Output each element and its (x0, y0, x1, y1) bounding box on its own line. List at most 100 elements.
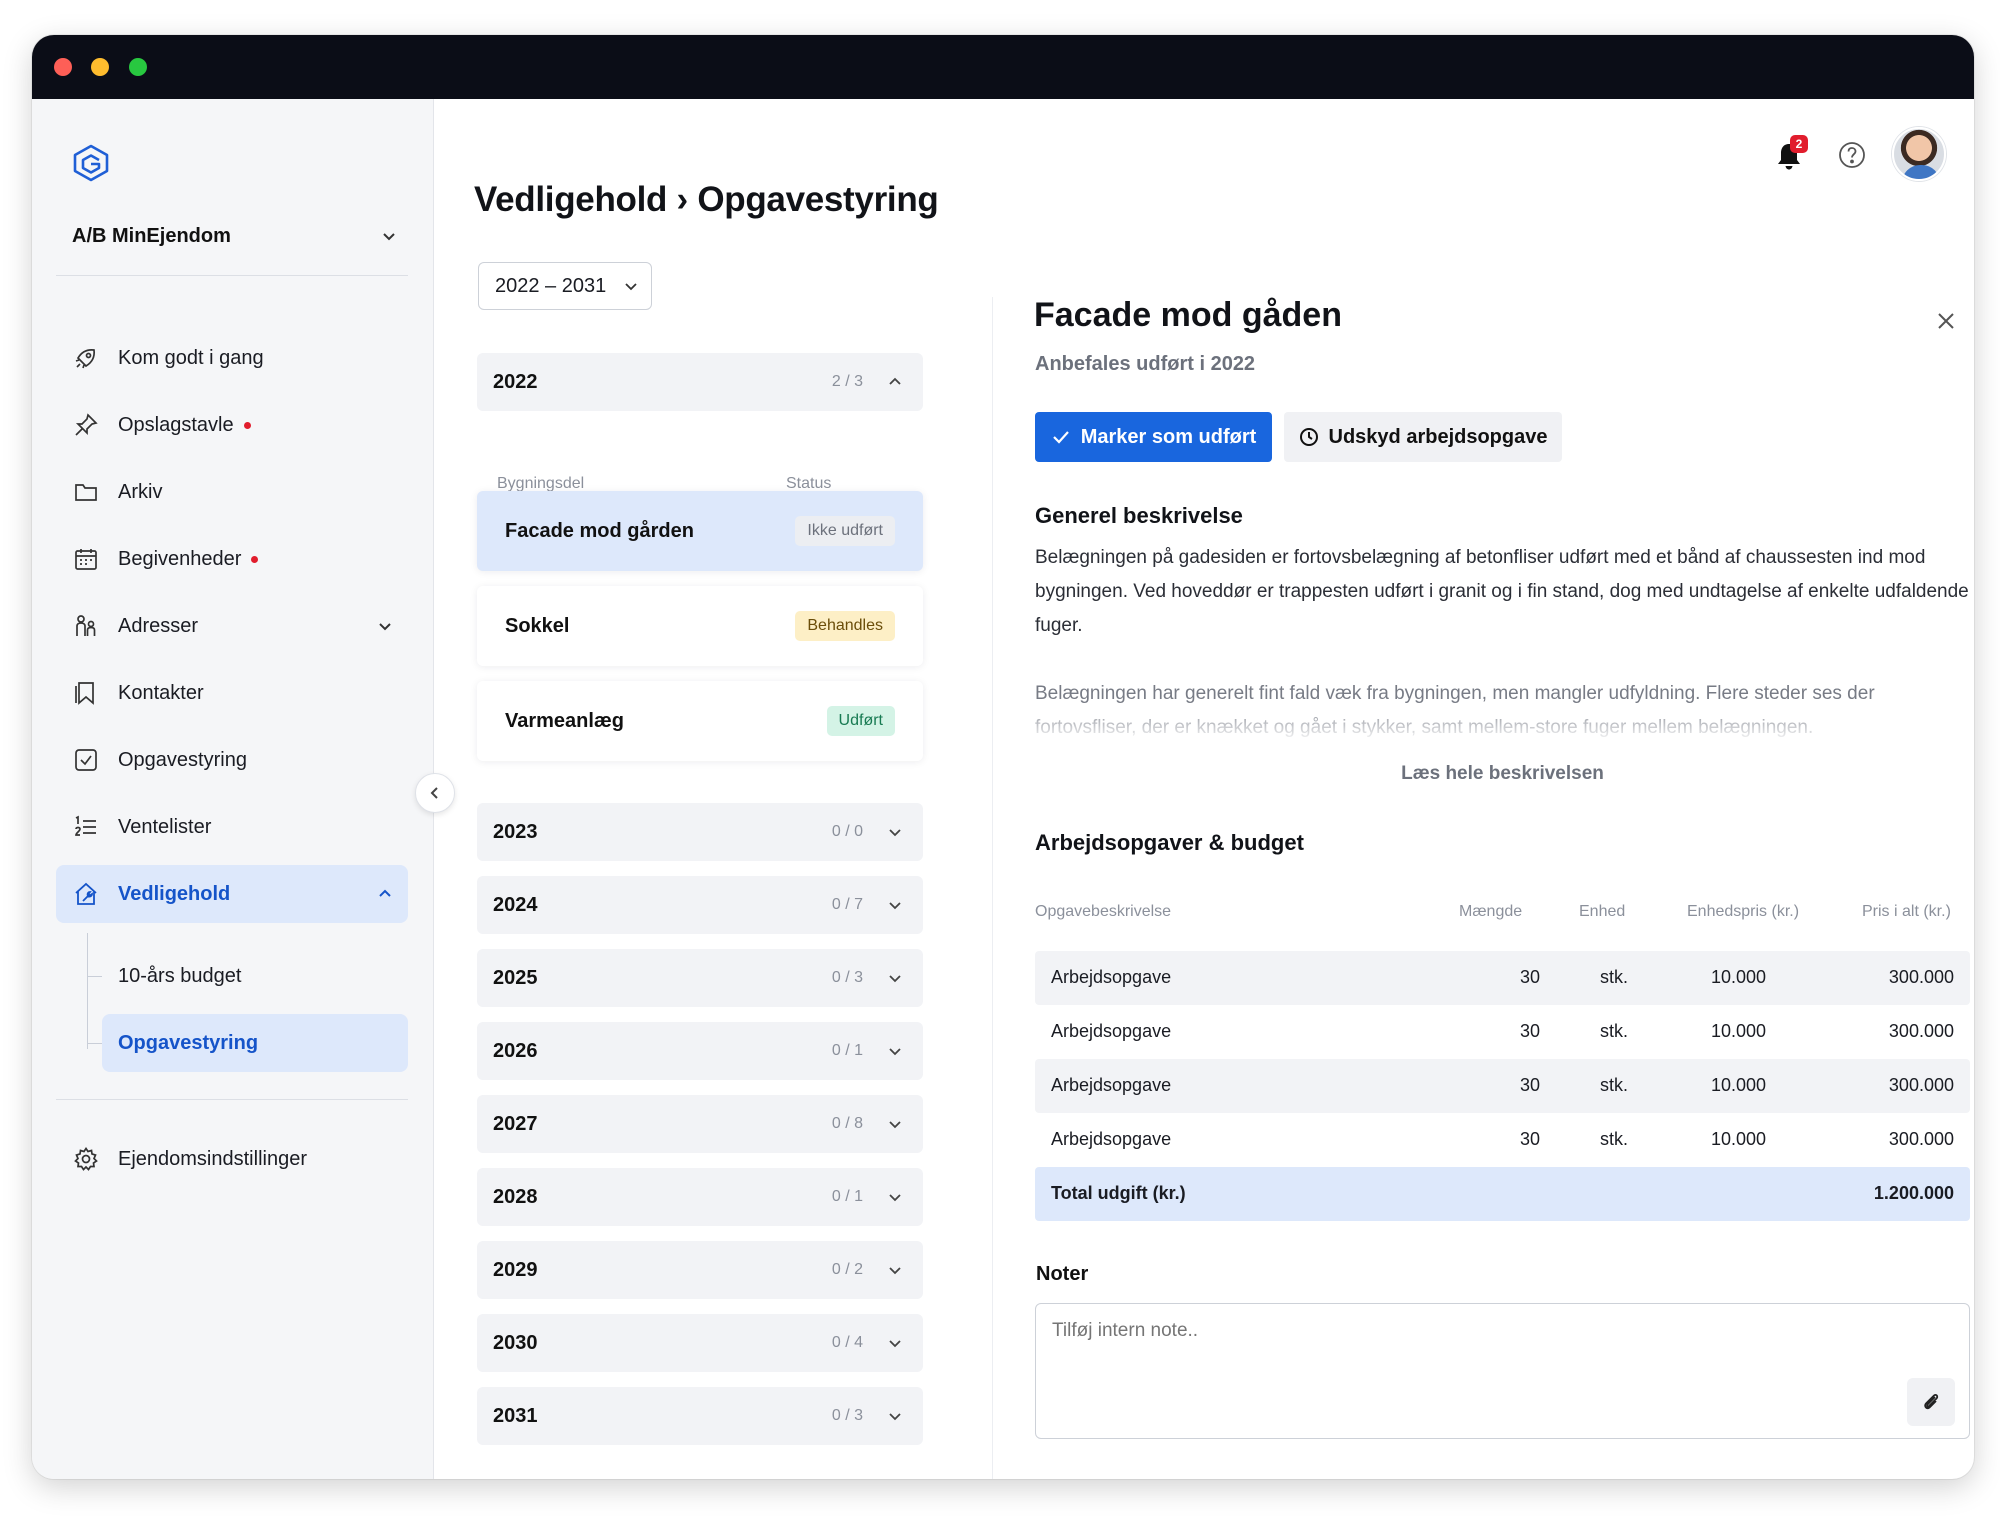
mark-done-button[interactable]: Marker som udført (1035, 412, 1272, 462)
close-window-button[interactable] (54, 58, 72, 76)
description-paragraph-faded: Belægningen har generelt fint fald væk f… (1035, 683, 1875, 738)
sidebar-item-arkiv[interactable]: Arkiv (56, 463, 408, 521)
chevron-down-icon (889, 829, 901, 837)
window-titlebar (32, 35, 1974, 99)
task-card[interactable]: Sokkel Behandles (477, 586, 923, 666)
numbered-list-icon (72, 813, 100, 841)
maximize-window-button[interactable] (129, 58, 147, 76)
chevron-down-icon (889, 1340, 901, 1348)
help-icon[interactable] (1836, 139, 1868, 171)
bookmark-icon (72, 679, 100, 707)
year-progress: 0 / 4 (831, 1334, 863, 1351)
folder-icon (72, 478, 100, 506)
chevron-down-icon (383, 233, 395, 241)
collapse-sidebar-button[interactable] (415, 773, 455, 813)
clock-icon (1299, 428, 1318, 446)
year-group-2030[interactable]: 2030 0 / 4 (477, 1314, 923, 1372)
subnav-guide (87, 933, 88, 1049)
sidebar-item-ventelister[interactable]: Ventelister (56, 798, 408, 856)
column-header-unit-price: Enhedspris (kr.) (1687, 903, 1800, 920)
year-group-2026[interactable]: 2026 0 / 1 (477, 1022, 923, 1080)
checkbox-icon (72, 746, 100, 774)
year-range-select[interactable]: 2022 – 2031 (478, 262, 652, 310)
page-title: Vedligehold › Opgavestyring (474, 180, 939, 219)
gear-icon (72, 1145, 100, 1173)
chevron-down-icon (889, 1121, 901, 1129)
table-row[interactable]: Arbejdsopgave 30 stk. 10.000 300.000 (1035, 1113, 1970, 1167)
sidebar-item-adresser[interactable]: Adresser (56, 597, 408, 655)
year-progress: 0 / 1 (831, 1188, 863, 1205)
table-row[interactable]: Arbejdsopgave 30 stk. 10.000 300.000 (1035, 1059, 1970, 1113)
app-window: A/B MinEjendom Kom godt i gang Opslagsta… (32, 35, 1974, 1479)
chevron-left-icon (430, 787, 438, 799)
notification-badge: 2 (1790, 135, 1808, 153)
unread-dot (243, 421, 251, 429)
year-progress: 0 / 8 (831, 1115, 863, 1132)
attach-file-button[interactable] (1907, 1378, 1955, 1426)
sidebar-item-ejendomsindstillinger[interactable]: Ejendomsindstillinger (56, 1130, 408, 1188)
sidebar-item-vedligehold[interactable]: Vedligehold (56, 865, 408, 923)
people-icon (72, 612, 100, 640)
year-group-2028[interactable]: 2028 0 / 1 (477, 1168, 923, 1226)
close-icon[interactable] (1934, 309, 1958, 333)
task-card[interactable]: Facade mod gården Ikke udført (477, 491, 923, 571)
year-group-2027[interactable]: 2027 0 / 8 (477, 1095, 923, 1153)
year-progress: 0 / 0 (831, 823, 863, 840)
sidebar-item-begivenheder[interactable]: Begivenheder (56, 530, 408, 588)
year-group-2022[interactable]: 2022 2 / 3 (477, 353, 923, 411)
check-icon (1052, 431, 1069, 444)
minimize-window-button[interactable] (91, 58, 109, 76)
org-switcher[interactable]: A/B MinEjendom (72, 219, 398, 253)
org-name: A/B MinEjendom (72, 224, 231, 247)
postpone-task-button[interactable]: Udskyd arbejdsopgave (1284, 412, 1562, 462)
chevron-up-icon (379, 889, 391, 897)
description-heading: Generel beskrivelse (1035, 503, 1243, 528)
subnav-tick (88, 1043, 102, 1044)
chevron-down-icon (625, 283, 637, 291)
sidebar-subitem-opgavestyring[interactable]: Opgavestyring (102, 1014, 408, 1072)
year-progress: 0 / 1 (831, 1042, 863, 1059)
year-group-2025[interactable]: 2025 0 / 3 (477, 949, 923, 1007)
unread-dot (251, 555, 259, 563)
notes-label: Noter (1036, 1263, 1089, 1285)
detail-title: Facade mod gåden (1034, 296, 1342, 334)
year-group-2029[interactable]: 2029 0 / 2 (477, 1241, 923, 1299)
sidebar-divider (56, 275, 408, 276)
task-card[interactable]: Varmeanlæg Udført (477, 681, 923, 761)
sidebar-subitem-10-ars-budget[interactable]: 10-års budget (102, 947, 408, 1005)
year-progress: 2 / 3 (831, 373, 863, 390)
year-progress: 0 / 3 (831, 969, 863, 986)
detail-subtitle: Anbefales udført i 2022 (1035, 353, 1256, 375)
sidebar-item-kom-godt-i-gang[interactable]: Kom godt i gang (56, 329, 408, 387)
column-header-description: Opgavebeskrivelse (1035, 903, 1172, 920)
chevron-down-icon (889, 902, 901, 910)
chevron-up-icon (889, 377, 901, 385)
description-paragraph: Belægningen på gadesiden er fortovsbelæg… (1035, 547, 1969, 636)
rocket-icon (72, 344, 100, 372)
chevron-down-icon (889, 1194, 901, 1202)
subnav-tick (88, 976, 102, 977)
pin-icon (72, 411, 100, 439)
sidebar-item-opgavestyring[interactable]: Opgavestyring (56, 731, 408, 789)
year-group-2023[interactable]: 2023 0 / 0 (477, 803, 923, 861)
panel-divider (992, 297, 993, 1479)
sidebar-divider (56, 1099, 408, 1100)
sidebar-item-kontakter[interactable]: Kontakter (56, 664, 408, 722)
read-more-link[interactable]: Læs hele beskrivelsen (1035, 763, 1970, 785)
avatar[interactable] (1892, 127, 1946, 181)
sidebar: A/B MinEjendom Kom godt i gang Opslagsta… (32, 99, 434, 1479)
year-group-2024[interactable]: 2024 0 / 7 (477, 876, 923, 934)
house-wrench-icon (72, 880, 100, 908)
column-header-quantity: Mængde (1459, 903, 1523, 920)
chevron-down-icon (889, 1267, 901, 1275)
logo-icon[interactable] (70, 143, 112, 183)
notes-input[interactable] (1035, 1303, 1970, 1439)
table-total-row: Total udgift (kr.) 1.200.000 (1035, 1167, 1970, 1221)
year-group-2031[interactable]: 2031 0 / 3 (477, 1387, 923, 1445)
chevron-down-icon (889, 1413, 901, 1421)
table-row[interactable]: Arbejdsopgave 30 stk. 10.000 300.000 (1035, 1005, 1970, 1059)
paperclip-icon (1924, 1393, 1939, 1410)
status-badge: Ikke udført (795, 516, 895, 546)
table-row[interactable]: Arbejdsopgave 30 stk. 10.000 300.000 (1035, 951, 1970, 1005)
sidebar-item-opslagstavle[interactable]: Opslagstavle (56, 396, 408, 454)
